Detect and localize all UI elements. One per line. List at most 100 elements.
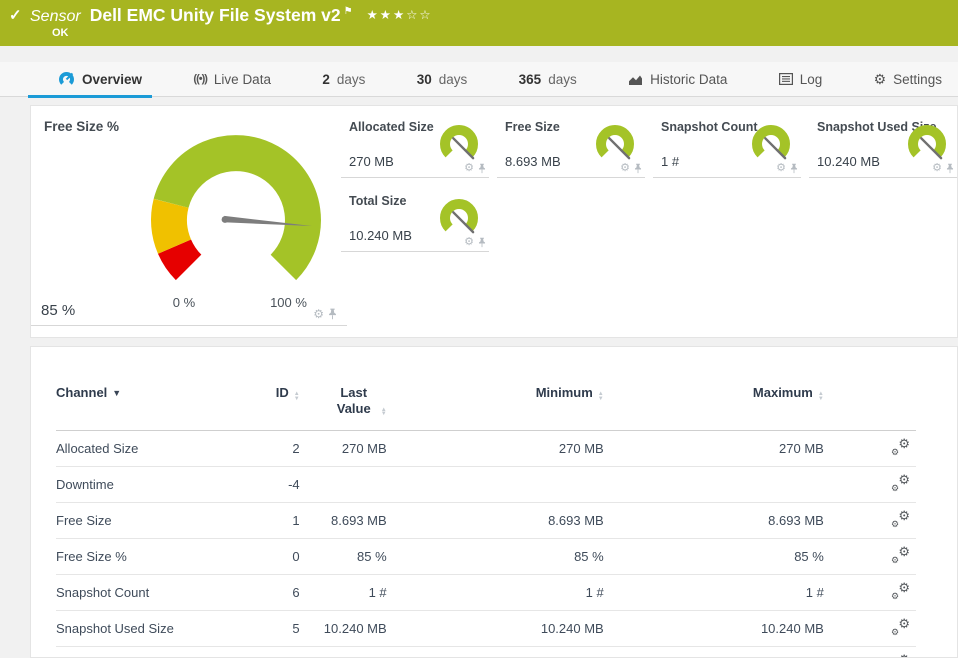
channel-settings-icon[interactable]: ⚙⚙ [891,584,910,599]
channel-last-value: 270 MB [300,431,387,467]
tile-pin-icon[interactable] [634,163,642,174]
channel-settings-icon[interactable]: ⚙⚙ [891,620,910,635]
tab-settings-label: Settings [893,72,942,87]
tile-gear-icon[interactable]: ⚙ [313,308,324,320]
tile-pin-icon[interactable] [946,163,954,174]
table-row: Snapshot Used Size 5 10.240 MB 10.240 MB… [56,611,916,647]
channel-minimum: 8.693 MB [387,503,604,539]
channel-last-value: 10.240 MB [300,647,387,658]
gauge-title: Total Size [349,194,406,208]
gauge-icon [58,71,75,87]
channel-last-value: 1 # [300,575,387,611]
channel-table-panel: Channel▼ ID▲▼ Last Value▲▼ Minimum▲▼ Max… [30,346,958,658]
channel-name[interactable]: Total Size [56,647,251,658]
channel-minimum: 270 MB [387,431,604,467]
channel-name[interactable]: Snapshot Used Size [56,611,251,647]
table-row: Allocated Size 2 270 MB 270 MB 270 MB ⚙⚙ [56,431,916,467]
gauge-scale-max: 100 % [266,295,311,310]
gauge-tile-free-size-percent[interactable]: Free Size % 0 % 100 % 85 % ⚙ [31,106,347,326]
channel-name[interactable]: Snapshot Count [56,575,251,611]
sort-icon: ▲▼ [381,408,387,417]
page-title: Dell EMC Unity File System v2 [90,5,341,26]
channel-minimum: 10.240 MB [387,611,604,647]
gauge-title: Snapshot Count [661,120,758,134]
tile-gear-icon[interactable]: ⚙ [620,163,630,174]
channel-maximum: 10.240 MB [604,647,824,658]
channel-id: 7 [251,647,300,658]
channel-minimum [387,467,604,503]
tab-30-days[interactable]: 30 days [417,62,468,97]
sensor-kind-label: Sensor [30,8,81,26]
area-chart-icon [628,73,643,86]
channel-name[interactable]: Downtime [56,467,251,503]
channel-minimum: 85 % [387,539,604,575]
tile-gear-icon[interactable]: ⚙ [464,163,474,174]
channel-maximum [604,467,824,503]
sort-icon: ▲▼ [598,392,604,401]
tile-pin-icon[interactable] [790,163,798,174]
channel-name[interactable]: Free Size [56,503,251,539]
channel-id: 5 [251,611,300,647]
gauge-tile-snapshot-used-size[interactable]: Snapshot Used Size 10.240 MB ⚙ [809,113,957,178]
gauge-scale-min: 0 % [164,295,204,310]
channel-settings-icon[interactable]: ⚙⚙ [891,548,910,563]
free-size-percent-gauge [136,130,336,310]
channel-name[interactable]: Allocated Size [56,431,251,467]
gauge-value: 10.240 MB [817,154,880,169]
tab-bar: Overview ((•)) Live Data 2 days 30 days … [0,62,958,97]
gauge-value: 1 # [661,154,679,169]
channel-settings-icon[interactable]: ⚙⚙ [891,512,910,527]
column-header-minimum[interactable]: Minimum▲▼ [387,385,604,431]
overview-panel: Free Size % 0 % 100 % 85 % ⚙ Allocated [30,105,958,338]
channel-last-value [300,467,387,503]
channel-name[interactable]: Free Size % [56,539,251,575]
tile-gear-icon[interactable]: ⚙ [464,237,474,248]
gauge-tile-total-size[interactable]: Total Size 10.240 MB ⚙ [341,187,489,252]
tile-pin-icon[interactable] [478,237,486,248]
tab-historic-data[interactable]: Historic Data [628,62,727,97]
channel-id: 1 [251,503,300,539]
channel-maximum: 85 % [604,539,824,575]
tile-gear-icon[interactable]: ⚙ [776,163,786,174]
tile-pin-icon[interactable] [328,308,337,320]
gauge-tile-free-size[interactable]: Free Size 8.693 MB ⚙ [497,113,645,178]
settings-gear-icon: ⚙ [874,71,887,88]
tab-overview[interactable]: Overview [58,62,142,97]
gauge-tile-snapshot-count[interactable]: Snapshot Count 1 # ⚙ [653,113,801,178]
tab-settings[interactable]: ⚙ Settings [874,62,942,97]
table-row: Total Size 7 10.240 MB 10.240 MB 10.240 … [56,647,916,658]
gauge-value: 8.693 MB [505,154,561,169]
tab-365-days[interactable]: 365 days [519,62,577,97]
column-header-channel[interactable]: Channel▼ [56,385,251,431]
tile-pin-icon[interactable] [478,163,486,174]
column-header-last-value[interactable]: Last Value▲▼ [300,385,387,431]
tab-live-data[interactable]: ((•)) Live Data [193,62,271,97]
status-badge: OK [52,27,69,39]
live-data-icon: ((•)) [193,73,207,85]
gauge-value: 10.240 MB [349,228,412,243]
priority-stars[interactable]: ★★★☆☆ [367,7,433,22]
flag-icon[interactable]: ⚑ [344,6,353,17]
column-header-actions [824,385,916,431]
status-ok-check-icon: ✓ [9,6,22,24]
tile-gear-icon[interactable]: ⚙ [932,163,942,174]
gauge-tile-allocated-size[interactable]: Allocated Size 270 MB ⚙ [341,113,489,178]
channel-settings-icon[interactable]: ⚙⚙ [891,440,910,455]
sort-icon: ▲▼ [818,392,824,401]
tab-2-days[interactable]: 2 days [322,62,365,97]
filter-caret-icon: ▼ [112,388,121,398]
channel-id: 6 [251,575,300,611]
column-header-id[interactable]: ID▲▼ [251,385,300,431]
log-list-icon [779,73,793,85]
channel-maximum: 1 # [604,575,824,611]
column-header-maximum[interactable]: Maximum▲▼ [604,385,824,431]
channel-table: Channel▼ ID▲▼ Last Value▲▼ Minimum▲▼ Max… [56,385,916,658]
channel-maximum: 10.240 MB [604,611,824,647]
channel-id: 2 [251,431,300,467]
channel-settings-icon[interactable]: ⚙⚙ [891,476,910,491]
gauge-value: 270 MB [349,154,394,169]
tab-log[interactable]: Log [779,62,823,97]
tab-overview-label: Overview [82,72,142,87]
channel-minimum: 10.240 MB [387,647,604,658]
channel-last-value: 10.240 MB [300,611,387,647]
